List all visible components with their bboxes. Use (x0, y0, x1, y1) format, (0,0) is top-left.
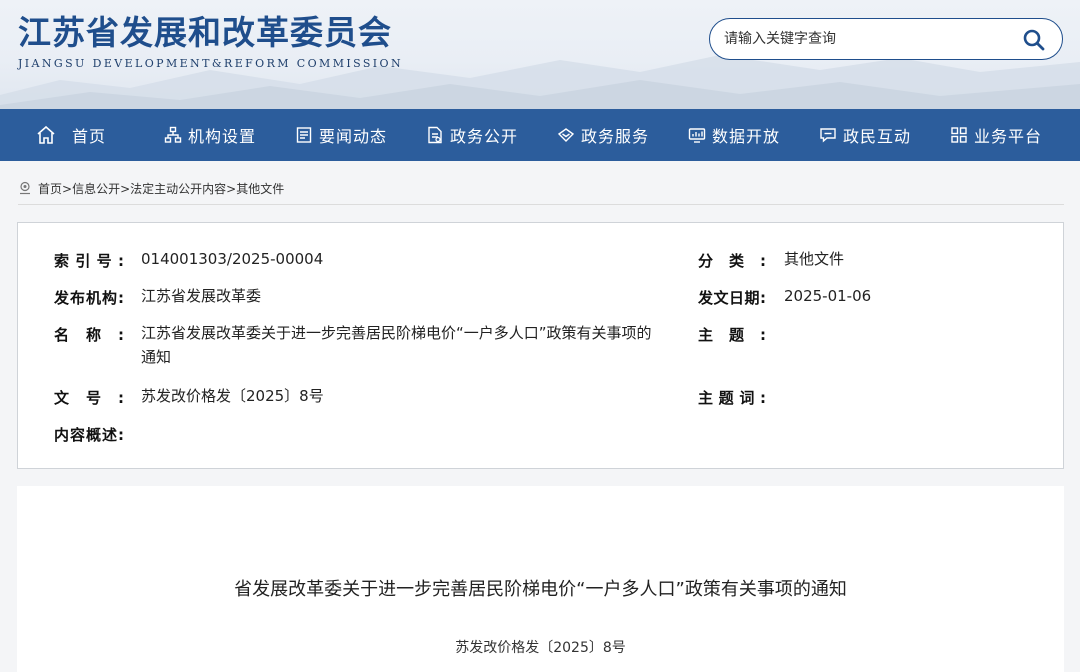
nav-label: 首页 (72, 127, 107, 146)
docno-label: 文号: (54, 389, 124, 407)
document-icon (428, 126, 442, 144)
nav-item-news[interactable]: 要闻动态 (295, 109, 387, 161)
date-label: 发文日期: (698, 289, 766, 307)
date-value: 2025-01-06 (784, 287, 872, 305)
nav-item-data-open[interactable]: 数据开放 (688, 109, 780, 161)
nav-item-interaction[interactable]: 政民互动 (819, 109, 911, 161)
topic-label: 主题: (698, 326, 766, 344)
article-body: 省发展改革委关于进一步完善居民阶梯电价“一户多人口”政策有关事项的通知 苏发改价… (17, 486, 1064, 672)
org-chart-icon (164, 126, 182, 143)
nav-label: 政务公开 (450, 127, 519, 146)
news-icon (296, 127, 312, 143)
search-input[interactable] (724, 29, 1014, 49)
site-title: 江苏省发展和改革委员会 (18, 13, 392, 52)
breadcrumb-info-open[interactable]: 信息公开> (72, 180, 130, 197)
document-info-panel: 索引号: 014001303/2025-00004 分类: 其他文件 发布机构:… (17, 222, 1064, 469)
publisher-value: 江苏省发展改革委 (141, 287, 262, 305)
nav-label: 要闻动态 (319, 127, 388, 146)
data-icon (688, 128, 706, 143)
site-subtitle: JIANGSU DEVELOPMENT&REFORM COMMISSION (18, 57, 403, 70)
service-icon (557, 128, 575, 142)
index-label: 索引号: (54, 252, 124, 270)
publisher-label: 发布机构: (54, 289, 124, 307)
nav-label: 机构设置 (188, 127, 257, 146)
breadcrumb-current[interactable]: 其他文件 (236, 180, 284, 197)
docno-value: 苏发改价格发〔2025〕8号 (141, 387, 324, 405)
name-label: 名称: (54, 326, 124, 344)
breadcrumb-statutory[interactable]: 法定主动公开内容> (130, 180, 236, 197)
divider (18, 204, 1064, 205)
location-pin-icon (20, 181, 30, 195)
search-icon (1023, 29, 1045, 51)
summary-label: 内容概述: (54, 426, 124, 444)
category-value: 其他文件 (784, 250, 845, 268)
nav-label: 数据开放 (712, 127, 781, 146)
nav-item-gov-service[interactable]: 政务服务 (557, 109, 649, 161)
keywords-label: 主题词: (698, 389, 766, 407)
name-value: 江苏省发展改革委关于进一步完善居民阶梯电价“一户多人口”政策有关事项的通知 (141, 324, 652, 366)
chat-icon (820, 128, 836, 143)
nav-item-gov-open[interactable]: 政务公开 (426, 109, 518, 161)
category-label: 分类: (698, 252, 766, 270)
home-icon (37, 125, 55, 144)
index-value: 014001303/2025-00004 (141, 250, 324, 268)
article-doc-number: 苏发改价格发〔2025〕8号 (455, 640, 626, 656)
search-box (709, 18, 1063, 60)
nav-item-platform[interactable]: 业务平台 (950, 109, 1042, 161)
nav-item-org[interactable]: 机构设置 (164, 109, 256, 161)
main-nav: 首页 机构设置 要闻动态 政务公开 政务服务 数据开放 政民互动 业务平台 (0, 109, 1080, 161)
search-button[interactable] (1022, 28, 1046, 52)
breadcrumb: 首页> 信息公开> 法定主动公开内容> 其他文件 (18, 178, 284, 198)
nav-label: 政民互动 (843, 127, 912, 146)
grid-icon (951, 127, 967, 143)
nav-item-home[interactable]: 首页 (36, 109, 106, 161)
nav-label: 业务平台 (974, 127, 1043, 146)
nav-label: 政务服务 (581, 127, 650, 146)
article-title: 省发展改革委关于进一步完善居民阶梯电价“一户多人口”政策有关事项的通知 (234, 579, 847, 600)
breadcrumb-home[interactable]: 首页> (38, 180, 72, 197)
site-header: 江苏省发展和改革委员会 JIANGSU DEVELOPMENT&REFORM C… (0, 0, 1080, 110)
